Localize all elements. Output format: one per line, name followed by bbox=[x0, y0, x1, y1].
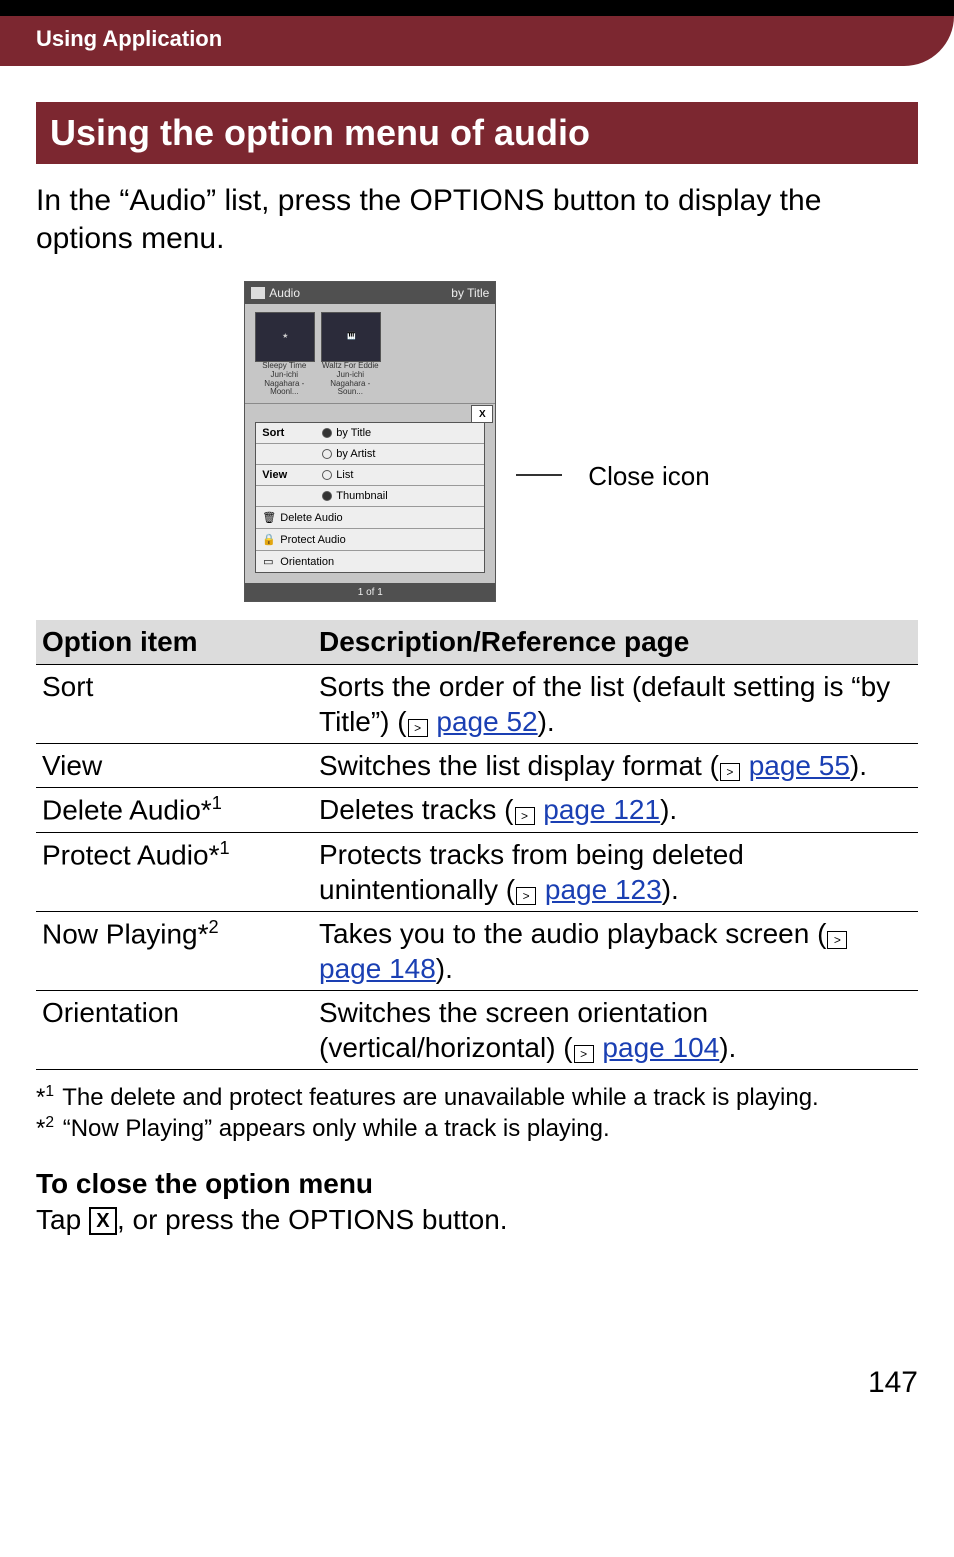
page-link[interactable]: page 55 bbox=[749, 750, 850, 781]
page-ref-icon: > bbox=[827, 931, 847, 949]
table-head-option: Option item bbox=[36, 620, 313, 665]
table-row: Orientation Switches the screen orientat… bbox=[36, 990, 918, 1069]
close-icon[interactable]: X bbox=[471, 405, 493, 423]
view-thumbnail-option[interactable]: Thumbnail bbox=[316, 486, 484, 507]
close-icon-callout: Close icon bbox=[588, 461, 709, 602]
page-link[interactable]: page 123 bbox=[545, 874, 662, 905]
option-desc: Deletes tracks (> page 121). bbox=[313, 788, 918, 832]
table-head-desc: Description/Reference page bbox=[313, 620, 918, 665]
options-table: Option item Description/Reference page S… bbox=[36, 620, 918, 1069]
trash-icon: 🗑 bbox=[262, 511, 274, 524]
breadcrumb: Using Application bbox=[0, 16, 954, 66]
page-ref-icon: > bbox=[516, 887, 536, 905]
return-icon bbox=[251, 287, 265, 299]
option-desc: Sorts the order of the list (default set… bbox=[313, 665, 918, 744]
sort-label: Sort bbox=[256, 423, 316, 444]
delete-audio-option[interactable]: 🗑Delete Audio bbox=[256, 507, 484, 529]
page-ref-icon: > bbox=[720, 763, 740, 781]
sort-by-title-option[interactable]: by Title bbox=[316, 423, 484, 444]
page-ref-icon: > bbox=[408, 719, 428, 737]
sort-by-artist-option[interactable]: by Artist bbox=[316, 444, 484, 465]
page-number: 147 bbox=[36, 1366, 918, 1400]
intro-text: In the “Audio” list, press the OPTIONS b… bbox=[36, 182, 918, 257]
option-desc: Switches the screen orientation (vertica… bbox=[313, 990, 918, 1069]
option-desc: Switches the list display format (> page… bbox=[313, 744, 918, 788]
audio-thumb: ★ Sleepy Time Jun-ichi Nagahara - Moonl.… bbox=[255, 312, 313, 397]
page-link[interactable]: page 148 bbox=[319, 953, 436, 984]
protect-audio-option[interactable]: 🔒Protect Audio bbox=[256, 529, 484, 551]
page-link[interactable]: page 121 bbox=[543, 794, 660, 825]
table-row: Sort Sorts the order of the list (defaul… bbox=[36, 665, 918, 744]
device-screenshot: Audio by Title ★ Sleepy Time Jun-ichi Na… bbox=[244, 281, 496, 602]
top-black-bar bbox=[0, 0, 954, 16]
option-desc: Takes you to the audio playback screen (… bbox=[313, 911, 918, 990]
option-desc: Protects tracks from being deleted unint… bbox=[313, 832, 918, 911]
option-name: Protect Audio*1 bbox=[36, 832, 313, 911]
callout-line bbox=[516, 474, 562, 476]
table-row: Protect Audio*1 Protects tracks from bei… bbox=[36, 832, 918, 911]
page-link[interactable]: page 52 bbox=[436, 706, 537, 737]
lock-icon: 🔒 bbox=[262, 533, 274, 546]
device-footer-pager: 1 of 1 bbox=[245, 583, 495, 601]
audio-thumb: 🎹 Waltz For Eddie Jun-ichi Nagahara - So… bbox=[321, 312, 379, 397]
close-option-body: Tap X, or press the OPTIONS button. bbox=[36, 1204, 918, 1236]
footnotes: *1 The delete and protect features are u… bbox=[36, 1082, 918, 1144]
option-name: Delete Audio*1 bbox=[36, 788, 313, 832]
page-link[interactable]: page 104 bbox=[602, 1032, 719, 1063]
view-label: View bbox=[256, 465, 316, 486]
table-row: View Switches the list display format (>… bbox=[36, 744, 918, 788]
option-name: Sort bbox=[36, 665, 313, 744]
option-name: View bbox=[36, 744, 313, 788]
orientation-option[interactable]: ▭Orientation bbox=[256, 551, 484, 573]
page-ref-icon: > bbox=[574, 1045, 594, 1063]
close-x-box-icon: X bbox=[89, 1207, 117, 1235]
view-list-option[interactable]: List bbox=[316, 465, 484, 486]
option-name: Orientation bbox=[36, 990, 313, 1069]
option-name: Now Playing*2 bbox=[36, 911, 313, 990]
orientation-icon: ▭ bbox=[262, 555, 274, 568]
thumb-sub: Jun-ichi Nagahara - Soun... bbox=[321, 371, 379, 397]
thumb-sub: Jun-ichi Nagahara - Moonl... bbox=[255, 371, 313, 397]
close-option-heading: To close the option menu bbox=[36, 1168, 918, 1200]
section-title: Using the option menu of audio bbox=[36, 102, 918, 164]
device-title: Audio bbox=[269, 286, 300, 300]
page-ref-icon: > bbox=[515, 807, 535, 825]
table-row: Delete Audio*1 Deletes tracks (> page 12… bbox=[36, 788, 918, 832]
device-sort-indicator: by Title bbox=[451, 286, 489, 300]
options-panel: X Sort by Title by Artist View bbox=[255, 422, 485, 573]
table-row: Now Playing*2 Takes you to the audio pla… bbox=[36, 911, 918, 990]
